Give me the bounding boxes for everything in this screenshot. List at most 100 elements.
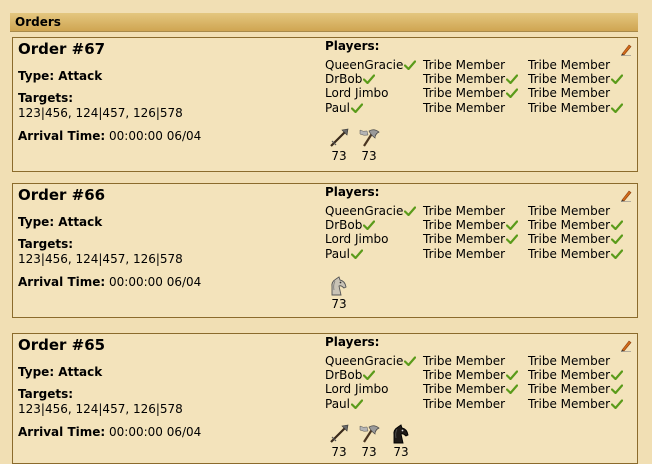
player-role: Tribe Member (423, 58, 506, 72)
player-role-cell: Tribe Member (423, 86, 519, 100)
player-role: Tribe Member (528, 397, 611, 411)
player-role: Tribe Member (423, 218, 506, 232)
edit-icon[interactable] (620, 337, 632, 352)
arrival-value: 00:00:00 06/04 (109, 425, 202, 439)
player-role-cell: Tribe Member (528, 232, 624, 246)
player-name: Lord Jimbo (325, 382, 389, 396)
player-role: Tribe Member (528, 368, 611, 382)
player-role: Tribe Member (423, 382, 506, 396)
players-label: Players: (325, 39, 380, 53)
player-role: Tribe Member (528, 86, 611, 100)
check-icon (610, 73, 624, 85)
player-name-cell: DrBob (325, 368, 376, 382)
player-role: Tribe Member (528, 218, 611, 232)
player-name: DrBob (325, 368, 363, 382)
player-name: Paul (325, 397, 350, 411)
check-icon (505, 87, 519, 99)
check-icon (350, 248, 364, 260)
arrival-value: 00:00:00 06/04 (109, 129, 202, 143)
check-icon (505, 219, 519, 231)
unit-count: 73 (331, 445, 347, 459)
check-icon (610, 102, 624, 114)
player-role: Tribe Member (423, 101, 506, 115)
player-role: Tribe Member (528, 354, 611, 368)
arrival-label: Arrival Time: (18, 425, 106, 439)
player-name: Paul (325, 101, 350, 115)
players-label: Players: (325, 185, 380, 199)
light-cavalry-icon (328, 276, 350, 296)
player-role-cell: Tribe Member (423, 247, 505, 261)
player-role-cell: Tribe Member (528, 218, 624, 232)
unit-slot: 73 (357, 128, 381, 163)
player-role: Tribe Member (423, 232, 506, 246)
arrival-time: Arrival Time: 00:00:00 06/04 (18, 129, 201, 143)
spear-icon (328, 128, 350, 148)
player-role-cell: Tribe Member (528, 204, 610, 218)
player-name-cell: Lord Jimbo (325, 382, 389, 396)
order-card: Order #65 Type: Attack Targets: 123|456, 12… (12, 333, 638, 464)
player-role-cell: Tribe Member (423, 382, 519, 396)
player-name-cell: QueenGracie (325, 204, 417, 218)
player-role-cell: Tribe Member (423, 58, 505, 72)
player-name: Lord Jimbo (325, 232, 389, 246)
player-role: Tribe Member (528, 204, 611, 218)
unit-slot: 73 (389, 424, 413, 459)
arrival-time: Arrival Time: 00:00:00 06/04 (18, 275, 201, 289)
player-role: Tribe Member (528, 382, 611, 396)
player-role: Tribe Member (423, 72, 506, 86)
player-role: Tribe Member (528, 247, 611, 261)
order-title: Order #66 (18, 186, 106, 204)
unit-slot: 73 (327, 424, 351, 459)
edit-icon[interactable] (620, 41, 632, 56)
player-role-cell: Tribe Member (423, 354, 505, 368)
unit-count: 73 (393, 445, 409, 459)
player-role-cell: Tribe Member (528, 354, 610, 368)
player-name-cell: Lord Jimbo (325, 232, 389, 246)
player-role: Tribe Member (528, 232, 611, 246)
order-card: Order #66 Type: Attack Targets: 123|456, 12… (12, 183, 638, 318)
player-role-cell: Tribe Member (528, 382, 624, 396)
player-name: QueenGracie (325, 354, 404, 368)
player-role-cell: Tribe Member (528, 58, 610, 72)
order-type: Type: Attack (18, 365, 103, 379)
targets-label: Targets: (18, 237, 74, 251)
player-name-cell: Paul (325, 247, 364, 261)
check-icon (363, 369, 376, 381)
section-title: Orders (15, 15, 61, 29)
player-name-cell: DrBob (325, 72, 376, 86)
player-role-cell: Tribe Member (423, 204, 505, 218)
player-role-cell: Tribe Member (528, 86, 610, 100)
player-role: Tribe Member (423, 204, 506, 218)
player-role: Tribe Member (528, 101, 611, 115)
player-role: Tribe Member (423, 86, 506, 100)
player-name: DrBob (325, 218, 363, 232)
orders-header: Orders (10, 13, 638, 32)
player-role-cell: Tribe Member (423, 72, 519, 86)
targets-list: 123|456, 124|457, 126|578 (18, 252, 183, 266)
player-name-cell: Paul (325, 101, 364, 115)
check-icon (610, 233, 624, 245)
player-role-cell: Tribe Member (528, 72, 624, 86)
targets-list: 123|456, 124|457, 126|578 (18, 402, 183, 416)
player-role-cell: Tribe Member (423, 101, 505, 115)
axe-icon (358, 128, 380, 148)
player-role: Tribe Member (423, 354, 506, 368)
edit-icon[interactable] (620, 187, 632, 202)
check-icon (505, 233, 519, 245)
player-name-cell: QueenGracie (325, 58, 417, 72)
player-role: Tribe Member (423, 247, 506, 261)
order-type: Type: Attack (18, 69, 103, 83)
arrival-label: Arrival Time: (18, 129, 106, 143)
player-role-cell: Tribe Member (423, 368, 519, 382)
player-name: DrBob (325, 72, 363, 86)
heavy-cavalry-icon (390, 424, 412, 444)
check-icon (404, 205, 417, 217)
player-name: QueenGracie (325, 204, 404, 218)
player-name-cell: QueenGracie (325, 354, 417, 368)
player-name-cell: Paul (325, 397, 364, 411)
player-role-cell: Tribe Member (528, 101, 624, 115)
player-role-cell: Tribe Member (423, 218, 519, 232)
unit-count: 73 (361, 445, 377, 459)
player-role: Tribe Member (423, 397, 506, 411)
player-role-cell: Tribe Member (528, 397, 624, 411)
